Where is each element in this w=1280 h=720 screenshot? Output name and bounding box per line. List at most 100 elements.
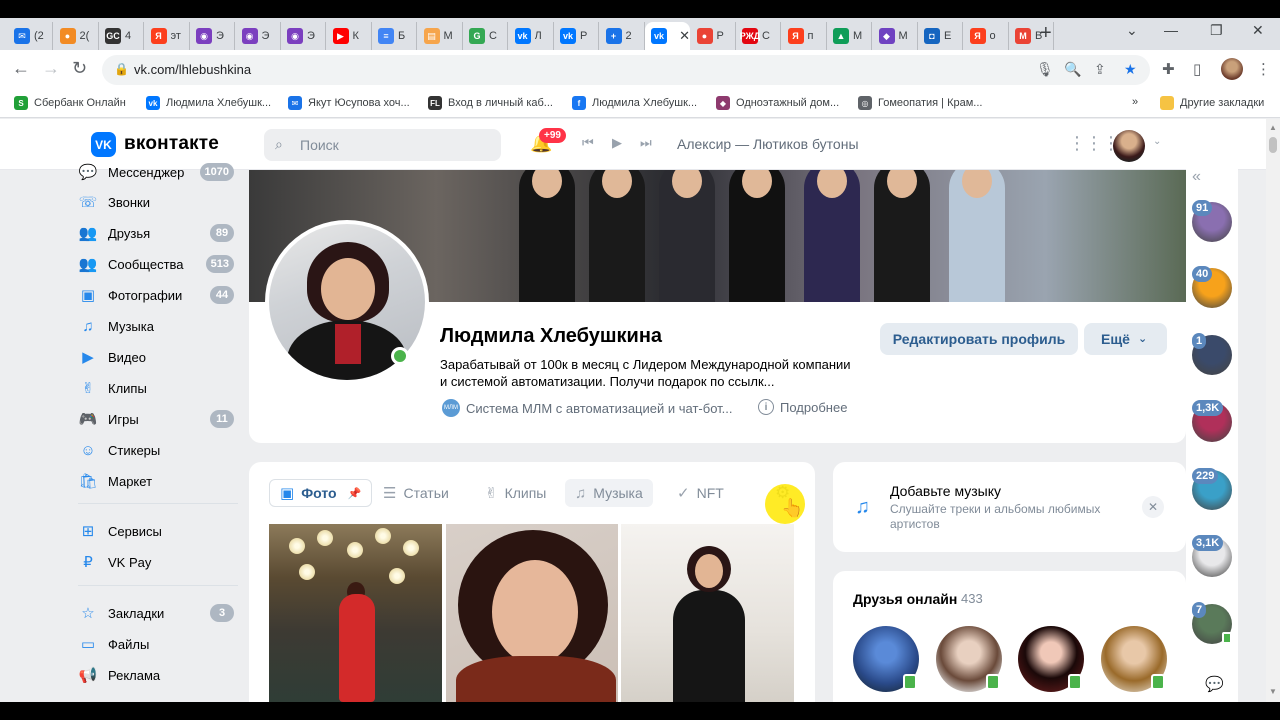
friends-online-title[interactable]: Друзья онлайн <box>853 591 957 607</box>
browser-tab[interactable]: Яэт <box>145 22 190 50</box>
browser-tab[interactable]: ◉ Э <box>190 22 235 50</box>
bookmark-star-icon[interactable]: ★ <box>1124 61 1137 78</box>
zoom-icon[interactable]: 🔍 <box>1064 61 1081 78</box>
new-tab-button[interactable]: + <box>1040 22 1052 45</box>
close-tab-icon[interactable]: ✕ <box>679 28 690 44</box>
profile-more-info[interactable]: i Подробнее <box>758 399 847 415</box>
browser-tab[interactable]: ≡ Б <box>372 22 417 50</box>
sidebar-item-services[interactable]: ⊞ Сервисы <box>78 517 238 545</box>
tab-nft[interactable]: ✓ NFT <box>667 479 734 507</box>
apps-grid-icon[interactable]: ⋮⋮⋮ <box>1068 133 1120 154</box>
tab-clips[interactable]: ✌ Клипы <box>475 479 556 507</box>
vk-logo-icon[interactable]: VK <box>91 132 116 157</box>
address-url[interactable]: vk.com/lhlebushkina <box>134 62 251 77</box>
browser-tab[interactable]: ◉ Э <box>236 22 281 50</box>
tab-photo[interactable]: ▣ Фото 📌 <box>269 479 373 507</box>
share-icon[interactable]: ⇪ <box>1094 61 1106 78</box>
browser-tab[interactable]: GC 4 <box>99 22 144 50</box>
chevron-down-icon[interactable]: ⌄ <box>1153 136 1161 147</box>
sidebar-item-photos[interactable]: ▣ Фотографии 44 <box>78 281 238 309</box>
browser-tab[interactable]: ✉ (2 <box>8 22 53 50</box>
browser-tab[interactable]: ◘ Е <box>918 22 963 50</box>
scrollbar-thumb[interactable] <box>1269 137 1277 153</box>
browser-menu-icon[interactable]: ⋮ <box>1256 60 1271 78</box>
bookmark-item[interactable]: ◎ Гомеопатия | Крам... <box>858 96 982 110</box>
more-actions-button[interactable]: Ещё ⌄ <box>1084 323 1167 355</box>
browser-tab[interactable]: vk Р <box>554 22 599 50</box>
photo-thumbnail[interactable] <box>269 524 442 702</box>
tab-articles[interactable]: ☰ Статьи <box>373 479 459 507</box>
play-icon[interactable]: ▶ <box>612 135 622 151</box>
bookmark-item[interactable]: S Сбербанк Онлайн <box>14 96 126 110</box>
browser-tab[interactable]: +2 <box>600 22 645 50</box>
close-icon[interactable]: ✕ <box>1142 496 1164 518</box>
sidebar-item-market[interactable]: 🛍 Маркет <box>78 467 238 495</box>
collapse-rail-icon[interactable]: « <box>1192 168 1201 186</box>
sidebar-item-clips[interactable]: ✌ Клипы <box>78 374 238 402</box>
bookmark-item[interactable]: f Людмила Хлебушк... <box>572 96 697 110</box>
side-panel-icon[interactable]: ▯ <box>1193 60 1201 78</box>
close-window-button[interactable]: ✕ <box>1252 22 1264 39</box>
user-menu-avatar[interactable] <box>1113 130 1145 162</box>
sidebar-item-vkpay[interactable]: ₽ VK Pay <box>78 548 238 576</box>
browser-tab[interactable]: ◉ Э <box>281 22 326 50</box>
search-input[interactable]: ⌕ Поиск <box>264 129 501 161</box>
address-bar[interactable]: 🔒 vk.com/lhlebushkina 🎙 🔍 ⇪ ★ <box>102 55 1150 85</box>
browser-tab[interactable]: GС <box>463 22 508 50</box>
bookmark-item[interactable]: ✉ Якут Юсупова хоч... <box>288 96 410 110</box>
sidebar-item-music[interactable]: ♫ Музыка <box>78 312 238 340</box>
sidebar-item-message[interactable]: 💬 Мессенджер 1070 <box>78 158 238 186</box>
extensions-icon[interactable]: ✚ <box>1162 60 1175 78</box>
browser-tab[interactable]: ▶ К <box>327 22 372 50</box>
photo-thumbnail[interactable] <box>446 524 618 702</box>
edit-profile-button[interactable]: Редактировать профиль <box>880 323 1078 355</box>
tab-favicon-icon: vk <box>651 28 667 44</box>
browser-tab[interactable]: РЖД С <box>736 22 781 50</box>
sidebar-item-phone[interactable]: ☏ Звонки <box>78 188 238 216</box>
sidebar-item-games[interactable]: 🎮 Игры 11 <box>78 405 238 433</box>
sidebar-item-video[interactable]: ▶ Видео <box>78 343 238 371</box>
now-playing-track[interactable]: Алексир — Лютиков бутоны <box>677 136 859 152</box>
microphone-icon[interactable]: 🎙 <box>1036 61 1054 78</box>
photo-thumbnail[interactable] <box>621 524 794 702</box>
sidebar-item-friends[interactable]: 👥 Друзья 89 <box>78 219 238 247</box>
pin-icon[interactable]: 📌 <box>348 487 362 500</box>
bookmark-item[interactable]: ◆ Одноэтажный дом... <box>716 96 839 110</box>
browser-tab[interactable]: ● 2( <box>54 22 99 50</box>
profile-link[interactable]: МЛМ Система МЛМ с автоматизацией и чат-б… <box>442 399 732 417</box>
maximize-button[interactable]: ❐ <box>1210 22 1223 39</box>
browser-tab[interactable]: Яо <box>964 22 1009 50</box>
bookmark-item[interactable]: vk Людмила Хлебушк... <box>146 96 271 110</box>
other-bookmarks-folder[interactable]: Другие закладки <box>1160 96 1264 110</box>
browser-tab[interactable]: ▲ М <box>827 22 872 50</box>
profile-status[interactable]: Зарабатывай от 100к в месяц с Лидером Ме… <box>440 356 860 390</box>
minimize-button[interactable]: — <box>1164 22 1178 38</box>
scroll-down-icon[interactable]: ▼ <box>1269 687 1277 696</box>
sidebar-item-files[interactable]: ▭ Файлы <box>78 630 238 658</box>
browser-tab[interactable]: ▤ М <box>418 22 463 50</box>
forward-icon[interactable]: → <box>42 58 60 79</box>
music-promo-card[interactable]: ♫ Добавьте музыку Слушайте треки и альбо… <box>833 462 1186 552</box>
back-icon[interactable]: ← <box>12 58 30 79</box>
sidebar-item-bookmarks[interactable]: ☆ Закладки 3 <box>78 599 238 627</box>
sidebar-item-ads[interactable]: 📢 Реклама <box>78 661 238 689</box>
page-scrollbar[interactable]: ▲ ▼ <box>1266 119 1280 702</box>
browser-tab[interactable]: ● Р <box>691 22 736 50</box>
tab-search-icon[interactable]: ⌄ <box>1126 22 1138 39</box>
sidebar-item-stickers[interactable]: ☺ Стикеры <box>78 436 238 464</box>
browser-tab[interactable]: ◆ М <box>873 22 918 50</box>
sidebar-item-communities[interactable]: 👥 Сообщества 513 <box>78 250 238 278</box>
vk-brand-name[interactable]: вконтакте <box>124 133 219 155</box>
browser-tab[interactable]: vk Л <box>509 22 554 50</box>
next-track-icon[interactable]: ⏭ <box>640 135 652 151</box>
reload-icon[interactable]: ↻ <box>72 58 87 79</box>
browser-profile-avatar[interactable] <box>1221 58 1243 80</box>
scroll-up-icon[interactable]: ▲ <box>1269 123 1277 132</box>
bookmark-item[interactable]: FL Вход в личный каб... <box>428 96 553 110</box>
message-icon[interactable]: 💬 <box>1205 675 1224 693</box>
browser-tab-active[interactable]: vk ✕ <box>645 22 690 50</box>
previous-track-icon[interactable]: ⏮ <box>582 135 594 151</box>
tab-music[interactable]: ♫ Музыка <box>565 479 653 507</box>
bookmarks-overflow-icon[interactable]: » <box>1132 96 1138 108</box>
browser-tab[interactable]: Яп <box>782 22 827 50</box>
